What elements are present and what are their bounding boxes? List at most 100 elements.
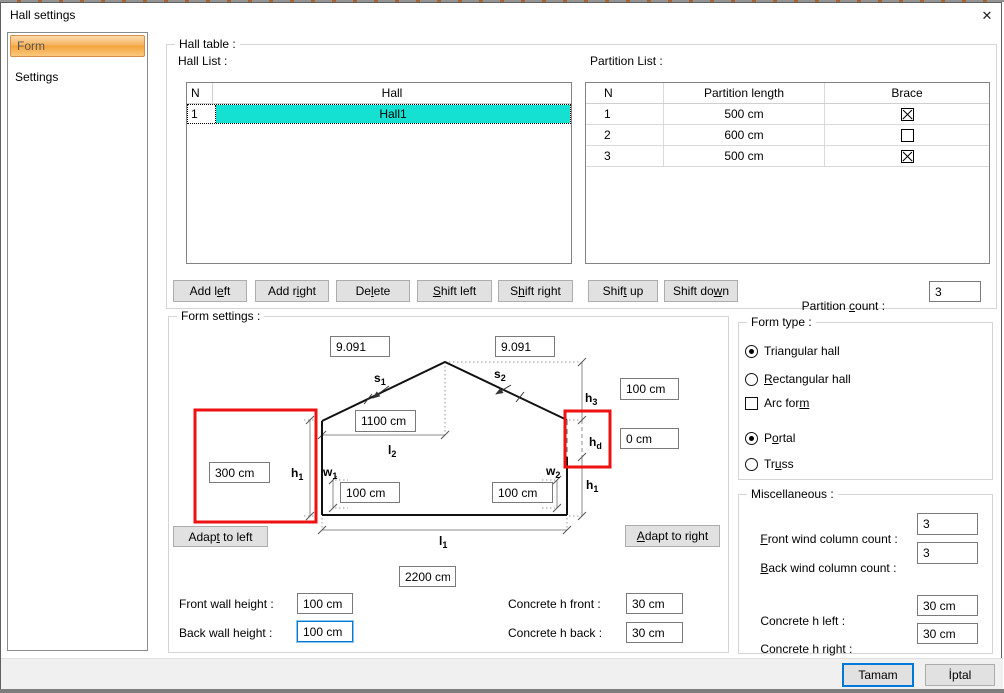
dialog-bottom-edge — [0, 689, 1004, 693]
h3-input[interactable] — [620, 378, 679, 400]
l2-label: l2 — [388, 443, 396, 459]
shift-left-button[interactable]: Shift left — [417, 280, 492, 302]
sidebar: Form Settings — [7, 32, 148, 651]
brace-checkbox-checked[interactable] — [901, 150, 914, 163]
sidebar-item-settings[interactable]: Settings — [15, 70, 58, 84]
slope-ticks — [364, 392, 524, 404]
table-row-partition-1[interactable]: 1 500 cm — [586, 104, 989, 125]
front-wall-height-label: Front wall height : — [179, 597, 274, 611]
radio-rectangular-hall[interactable]: Rectangular hall — [745, 372, 851, 386]
sidebar-item-label: Form — [17, 39, 45, 53]
brace-checkbox-unchecked[interactable] — [901, 129, 914, 142]
radio-icon — [745, 373, 758, 386]
background-app-edge — [0, 0, 1004, 2]
column-header-partition-length: Partition length — [664, 83, 825, 103]
option-label: Arc form — [764, 396, 809, 410]
concrete-h-front-label: Concrete h front : — [508, 597, 601, 611]
concrete-h-back-input[interactable] — [626, 622, 683, 643]
radio-portal[interactable]: Portal — [745, 431, 795, 445]
ok-button[interactable]: Tamam — [843, 664, 913, 686]
sidebar-item-label: Settings — [15, 70, 58, 84]
l1-label: l1 — [439, 534, 447, 550]
radio-icon — [745, 345, 758, 358]
partition-row-length: 500 cm — [664, 146, 825, 166]
column-header-brace: Brace — [825, 83, 989, 103]
back-wind-column-count-input[interactable] — [917, 542, 978, 564]
partition-row-number: 2 — [586, 125, 664, 145]
hd-label: hd — [589, 435, 602, 451]
partition-row-brace-cell — [825, 104, 989, 124]
hall-list-header: N Hall — [187, 83, 571, 104]
shift-right-button[interactable]: Shift right — [498, 280, 573, 302]
radio-triangular-hall[interactable]: Triangular hall — [745, 344, 840, 358]
ridge-width-input[interactable] — [355, 410, 416, 432]
partition-list-header: N Partition length Brace — [586, 83, 989, 104]
radio-truss[interactable]: Truss — [745, 457, 794, 471]
form-type-group-label: Form type : — [747, 315, 816, 329]
s2-label: s2 — [494, 367, 506, 383]
table-row-partition-3[interactable]: 3 500 cm — [586, 146, 989, 167]
front-wind-column-count-input[interactable] — [917, 513, 978, 535]
slope-right-input[interactable] — [495, 336, 555, 357]
miscellaneous-group-label: Miscellaneous : — [747, 487, 838, 501]
w2-input[interactable] — [492, 482, 553, 503]
shift-up-button[interactable]: Shift up — [588, 280, 658, 302]
partition-row-number: 1 — [586, 104, 664, 124]
w2-label: w2 — [545, 464, 560, 480]
l1-total-input[interactable] — [399, 566, 456, 587]
delete-button[interactable]: Delete — [336, 280, 410, 302]
dimension-helper-lines — [304, 362, 579, 528]
partition-list-label: Partition List : — [590, 54, 663, 68]
window-title: Hall settings — [10, 8, 75, 22]
h3-label: h3 — [585, 391, 597, 407]
table-row-hall1[interactable]: 1 Hall1 — [187, 104, 571, 124]
w1-input[interactable] — [340, 482, 400, 503]
miscellaneous-group: Miscellaneous : Front wind column count … — [738, 494, 993, 654]
column-header-n: N — [187, 83, 213, 103]
option-label: Triangular hall — [764, 344, 840, 358]
s1-label: s1 — [374, 371, 386, 387]
adapt-to-right-button[interactable]: Adapt to right — [625, 525, 720, 547]
concrete-h-right-input[interactable] — [917, 623, 978, 644]
shift-down-button[interactable]: Shift down — [664, 280, 738, 302]
option-label: Rectangular hall — [764, 372, 851, 386]
partition-row-brace-cell — [825, 125, 989, 145]
partition-count-label: Partition count : — [795, 285, 885, 313]
h1-left-input[interactable] — [209, 462, 270, 483]
form-type-group: Form type : Triangular hall Rectangular … — [738, 322, 993, 480]
brace-checkbox-checked[interactable] — [901, 108, 914, 121]
h1-left-label: h1 — [291, 466, 303, 482]
radio-icon — [745, 458, 758, 471]
concrete-h-front-input[interactable] — [626, 593, 683, 614]
red-highlight-right — [565, 411, 610, 467]
sidebar-item-form[interactable]: Form — [10, 35, 145, 57]
concrete-h-left-input[interactable] — [917, 595, 978, 616]
partition-count-input[interactable] — [929, 281, 981, 302]
adapt-to-left-button[interactable]: Adapt to left — [173, 526, 268, 547]
close-icon[interactable]: ✕ — [974, 5, 1000, 27]
column-header-n: N — [586, 83, 664, 103]
back-wall-height-input[interactable] — [297, 621, 353, 642]
back-wind-column-count-label: Back wind column count : — [747, 547, 896, 589]
back-wall-height-label: Back wall height : — [179, 626, 272, 640]
w1-label: w1 — [322, 465, 337, 481]
column-header-hall: Hall — [213, 83, 571, 103]
slope-left-input[interactable] — [330, 336, 390, 357]
cancel-button[interactable]: İptal — [925, 664, 995, 686]
table-row-partition-2[interactable]: 2 600 cm — [586, 125, 989, 146]
hd-input[interactable] — [620, 428, 679, 449]
partition-row-length: 500 cm — [664, 104, 825, 124]
front-wall-height-input[interactable] — [297, 593, 353, 614]
add-right-button[interactable]: Add right — [255, 280, 329, 302]
add-left-button[interactable]: Add left — [173, 280, 247, 302]
s1-arrow — [373, 386, 389, 398]
radio-icon — [745, 432, 758, 445]
checkbox-arc-form[interactable]: Arc form — [745, 396, 809, 410]
option-label: Portal — [764, 431, 795, 445]
hall-list-table: N Hall 1 Hall1 — [186, 82, 572, 264]
checkbox-icon — [745, 397, 758, 410]
hall-list-label: Hall List : — [178, 54, 227, 68]
hall-table-group-label: Hall table : — [175, 37, 240, 51]
partition-row-length: 600 cm — [664, 125, 825, 145]
hall-row-number: 1 — [188, 105, 216, 123]
